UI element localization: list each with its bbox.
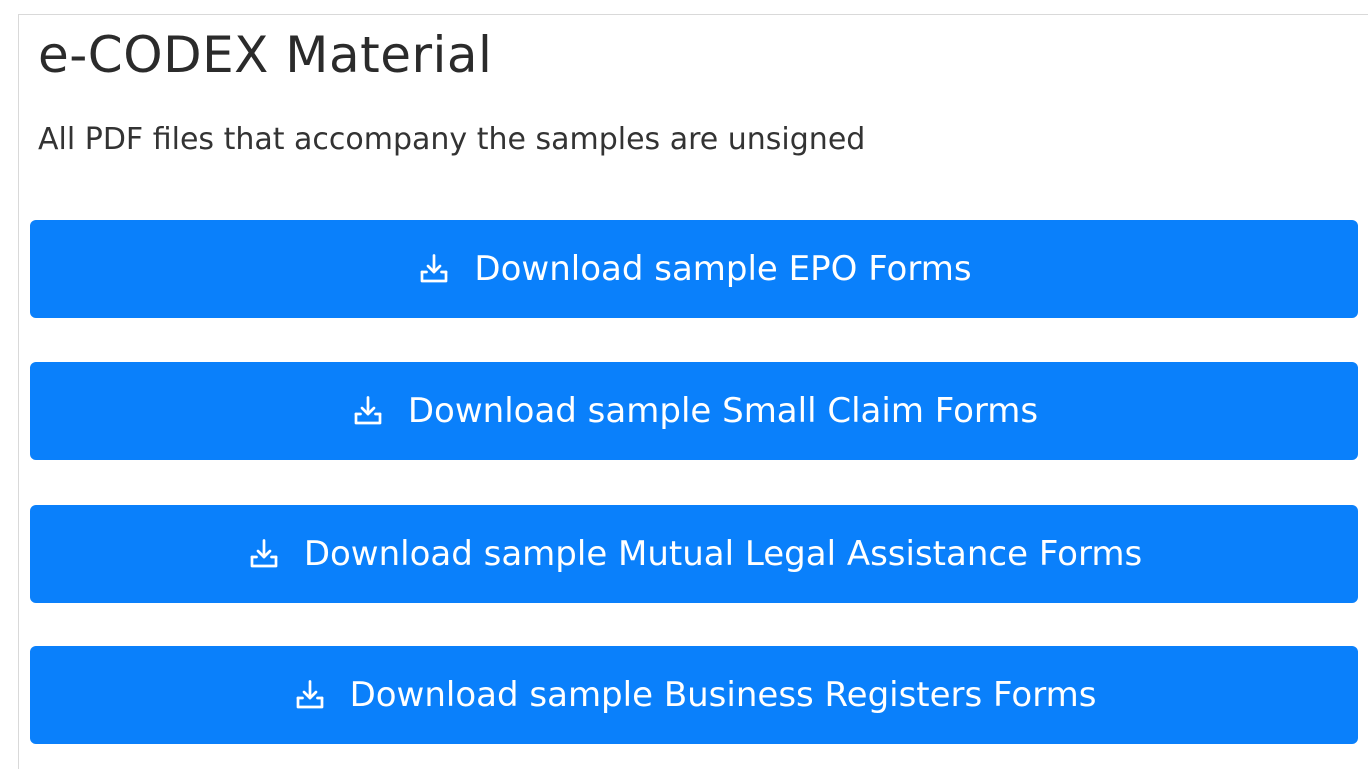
- download-small-claim-forms-button[interactable]: Download sample Small Claim Forms: [30, 362, 1358, 460]
- page-subtitle: All PDF files that accompany the samples…: [38, 122, 866, 157]
- download-mutual-legal-assistance-forms-button[interactable]: Download sample Mutual Legal Assistance …: [30, 505, 1358, 603]
- download-epo-forms-button[interactable]: Download sample EPO Forms: [30, 220, 1358, 318]
- download-small-claim-forms-label: Download sample Small Claim Forms: [407, 391, 1039, 431]
- download-business-registers-forms-label: Download sample Business Registers Forms: [349, 675, 1097, 715]
- download-icon: [416, 251, 452, 287]
- download-business-registers-forms-button[interactable]: Download sample Business Registers Forms: [30, 646, 1358, 744]
- download-mutual-legal-assistance-forms-label: Download sample Mutual Legal Assistance …: [303, 534, 1143, 574]
- download-icon: [246, 536, 282, 572]
- download-icon: [292, 677, 328, 713]
- download-epo-forms-label: Download sample EPO Forms: [474, 249, 972, 289]
- download-icon: [350, 393, 386, 429]
- page-title: e-CODEX Material: [38, 26, 493, 84]
